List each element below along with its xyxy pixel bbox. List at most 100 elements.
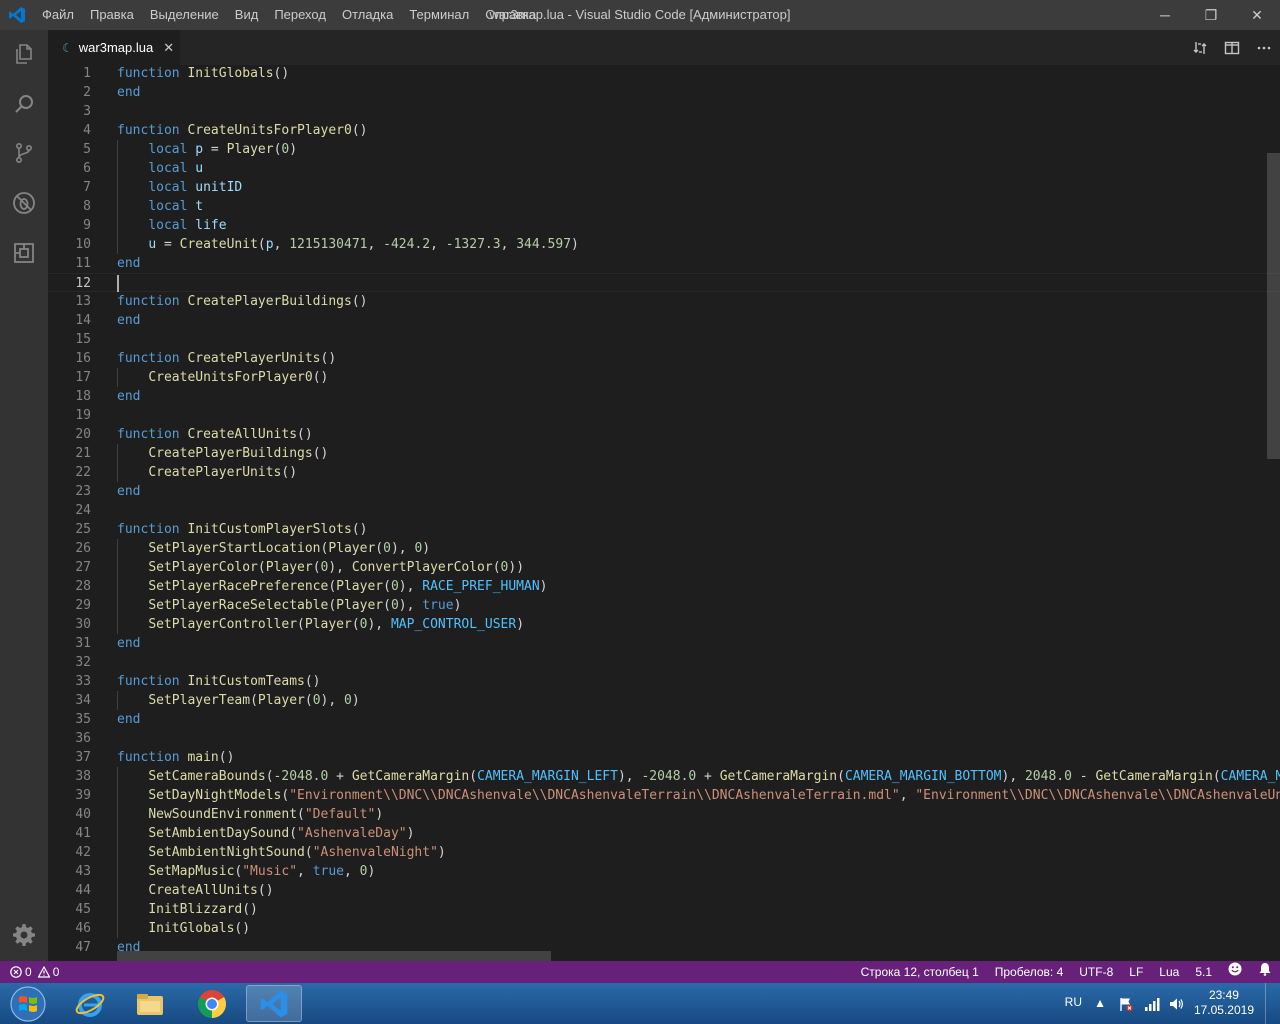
taskbar-ie[interactable] bbox=[62, 985, 118, 1022]
code-line[interactable]: 1 function InitGlobals() bbox=[48, 65, 1280, 83]
problems-indicator[interactable]: 0 0 bbox=[10, 961, 59, 983]
code-line[interactable]: 8 local t bbox=[48, 197, 1280, 216]
end-of-line[interactable]: LF bbox=[1121, 961, 1151, 983]
code-line[interactable]: 42 SetAmbientNightSound("AshenvaleNight"… bbox=[48, 843, 1280, 862]
split-editor-button[interactable] bbox=[1216, 30, 1248, 65]
notifications-button[interactable] bbox=[1250, 961, 1280, 983]
code-line[interactable]: 39 SetDayNightModels("Environment\\DNC\\… bbox=[48, 786, 1280, 805]
encoding[interactable]: UTF-8 bbox=[1071, 961, 1121, 983]
code-line[interactable]: 19 bbox=[48, 406, 1280, 425]
code-line[interactable]: 25 function InitCustomPlayerSlots() bbox=[48, 520, 1280, 539]
line-number: 24 bbox=[75, 503, 91, 518]
language-mode[interactable]: Lua bbox=[1151, 961, 1187, 983]
code-line[interactable]: 35 end bbox=[48, 710, 1280, 729]
menu-view[interactable]: Вид bbox=[227, 0, 267, 30]
network-signal-icon[interactable] bbox=[1144, 996, 1160, 1012]
tray-overflow-icon[interactable]: ▲ bbox=[1094, 996, 1106, 1010]
code-line[interactable]: 5 local p = Player(0) bbox=[48, 140, 1280, 159]
menu-debug[interactable]: Отладка bbox=[334, 0, 401, 30]
code-line[interactable]: 15 bbox=[48, 330, 1280, 349]
code-line[interactable]: 21 CreatePlayerBuildings() bbox=[48, 444, 1280, 463]
code-line[interactable]: 10 u = CreateUnit(p, 1215130471, -424.2,… bbox=[48, 235, 1280, 254]
code-line[interactable]: 6 local u bbox=[48, 159, 1280, 178]
code-line[interactable]: 18 end bbox=[48, 387, 1280, 406]
code-line[interactable]: 14 end bbox=[48, 311, 1280, 330]
line-text: SetDayNightModels("Environment\\DNC\\DNC… bbox=[148, 788, 1280, 803]
source-control-button[interactable] bbox=[0, 129, 48, 177]
feedback-button[interactable] bbox=[1220, 961, 1250, 983]
code-line[interactable]: 23 end bbox=[48, 482, 1280, 501]
code-line[interactable]: 17 CreateUnitsForPlayer0() bbox=[48, 368, 1280, 387]
code-line[interactable]: 9 local life bbox=[48, 216, 1280, 235]
tab-war3map-lua[interactable]: ☾ war3map.lua ✕ bbox=[48, 30, 180, 65]
volume-icon[interactable] bbox=[1168, 996, 1184, 1012]
code-line[interactable]: 41 SetAmbientDaySound("AshenvaleDay") bbox=[48, 824, 1280, 843]
code-line[interactable]: 29 SetPlayerRaceSelectable(Player(0), tr… bbox=[48, 596, 1280, 615]
code-line[interactable]: 46 InitGlobals() bbox=[48, 919, 1280, 938]
code-line[interactable]: 38 SetCameraBounds(-2048.0 + GetCameraMa… bbox=[48, 767, 1280, 786]
code-line[interactable]: 26 SetPlayerStartLocation(Player(0), 0) bbox=[48, 539, 1280, 558]
action-center-flag-icon[interactable] bbox=[1118, 996, 1134, 1012]
menu-selection[interactable]: Выделение bbox=[142, 0, 227, 30]
code-line[interactable]: 34 SetPlayerTeam(Player(0), 0) bbox=[48, 691, 1280, 710]
line-number: 17 bbox=[75, 370, 91, 385]
code-line[interactable]: 36 bbox=[48, 729, 1280, 748]
menu-file[interactable]: Файл bbox=[34, 0, 82, 30]
code-line[interactable]: 43 SetMapMusic("Music", true, 0) bbox=[48, 862, 1280, 881]
code-line[interactable]: 3 bbox=[48, 102, 1280, 121]
code-line[interactable]: 7 local unitID bbox=[48, 178, 1280, 197]
taskbar-chrome[interactable] bbox=[184, 985, 240, 1022]
start-button[interactable] bbox=[4, 984, 52, 1024]
code-line[interactable]: 40 NewSoundEnvironment("Default") bbox=[48, 805, 1280, 824]
explorer-button[interactable] bbox=[0, 30, 48, 78]
code-line[interactable]: 4 function CreateUnitsForPlayer0() bbox=[48, 121, 1280, 140]
code-line[interactable]: 27 SetPlayerColor(Player(0), ConvertPlay… bbox=[48, 558, 1280, 577]
code-line[interactable]: 2 end bbox=[48, 83, 1280, 102]
lua-version[interactable]: 5.1 bbox=[1187, 961, 1220, 983]
ellipsis-icon bbox=[1257, 46, 1271, 49]
code-line[interactable]: 37 function main() bbox=[48, 748, 1280, 767]
open-changes-button[interactable] bbox=[1184, 30, 1216, 65]
minimize-button[interactable]: ─ bbox=[1142, 0, 1188, 30]
indent-guide bbox=[117, 368, 118, 387]
manage-button[interactable] bbox=[0, 911, 48, 959]
close-tab-button[interactable]: ✕ bbox=[163, 40, 174, 56]
code-line[interactable]: 28 SetPlayerRacePreference(Player(0), RA… bbox=[48, 577, 1280, 596]
code-line[interactable]: 12 bbox=[48, 273, 1280, 292]
debug-button[interactable] bbox=[0, 179, 48, 227]
code-editor[interactable]: 47 end 46 InitGlobals() 45 InitBlizzard() 44… bbox=[48, 65, 1280, 961]
code-line[interactable]: 11 end bbox=[48, 254, 1280, 273]
menu-terminal[interactable]: Терминал bbox=[401, 0, 477, 30]
code-line[interactable]: 30 SetPlayerController(Player(0), MAP_CO… bbox=[48, 615, 1280, 634]
line-number: 15 bbox=[75, 332, 91, 347]
restore-button[interactable]: ❐ bbox=[1188, 0, 1234, 30]
cursor-position[interactable]: Строка 12, столбец 1 bbox=[853, 961, 987, 983]
more-actions-button[interactable] bbox=[1248, 30, 1280, 65]
taskbar-explorer[interactable] bbox=[122, 985, 178, 1022]
code-line[interactable]: 13 function CreatePlayerBuildings() bbox=[48, 292, 1280, 311]
code-line[interactable]: 20 function CreateAllUnits() bbox=[48, 425, 1280, 444]
code-line[interactable]: 16 function CreatePlayerUnits() bbox=[48, 349, 1280, 368]
tab-label: war3map.lua bbox=[78, 40, 154, 55]
menu-edit[interactable]: Правка bbox=[82, 0, 142, 30]
extensions-button[interactable] bbox=[0, 229, 48, 277]
code-line[interactable]: 32 bbox=[48, 653, 1280, 672]
code-line[interactable]: 45 InitBlizzard() bbox=[48, 900, 1280, 919]
menu-go[interactable]: Переход bbox=[266, 0, 334, 30]
close-window-button[interactable]: ✕ bbox=[1234, 0, 1280, 30]
taskbar-vscode[interactable] bbox=[246, 985, 302, 1022]
code-line[interactable]: 33 function InitCustomTeams() bbox=[48, 672, 1280, 691]
input-language[interactable]: RU bbox=[1065, 995, 1082, 1009]
indent-guide bbox=[117, 463, 118, 482]
vertical-scrollbar[interactable] bbox=[1267, 153, 1280, 459]
menu-help[interactable]: Справка bbox=[477, 0, 544, 30]
indentation[interactable]: Пробелов: 4 bbox=[987, 961, 1072, 983]
taskbar-clock[interactable]: 23:49 17.05.2019 bbox=[1194, 988, 1254, 1018]
code-line[interactable]: 24 bbox=[48, 501, 1280, 520]
code-line[interactable]: 44 CreateAllUnits() bbox=[48, 881, 1280, 900]
horizontal-scrollbar[interactable] bbox=[117, 951, 551, 961]
show-desktop-button[interactable] bbox=[1265, 983, 1280, 1024]
code-line[interactable]: 31 end bbox=[48, 634, 1280, 653]
search-button[interactable] bbox=[0, 80, 48, 128]
code-line[interactable]: 22 CreatePlayerUnits() bbox=[48, 463, 1280, 482]
